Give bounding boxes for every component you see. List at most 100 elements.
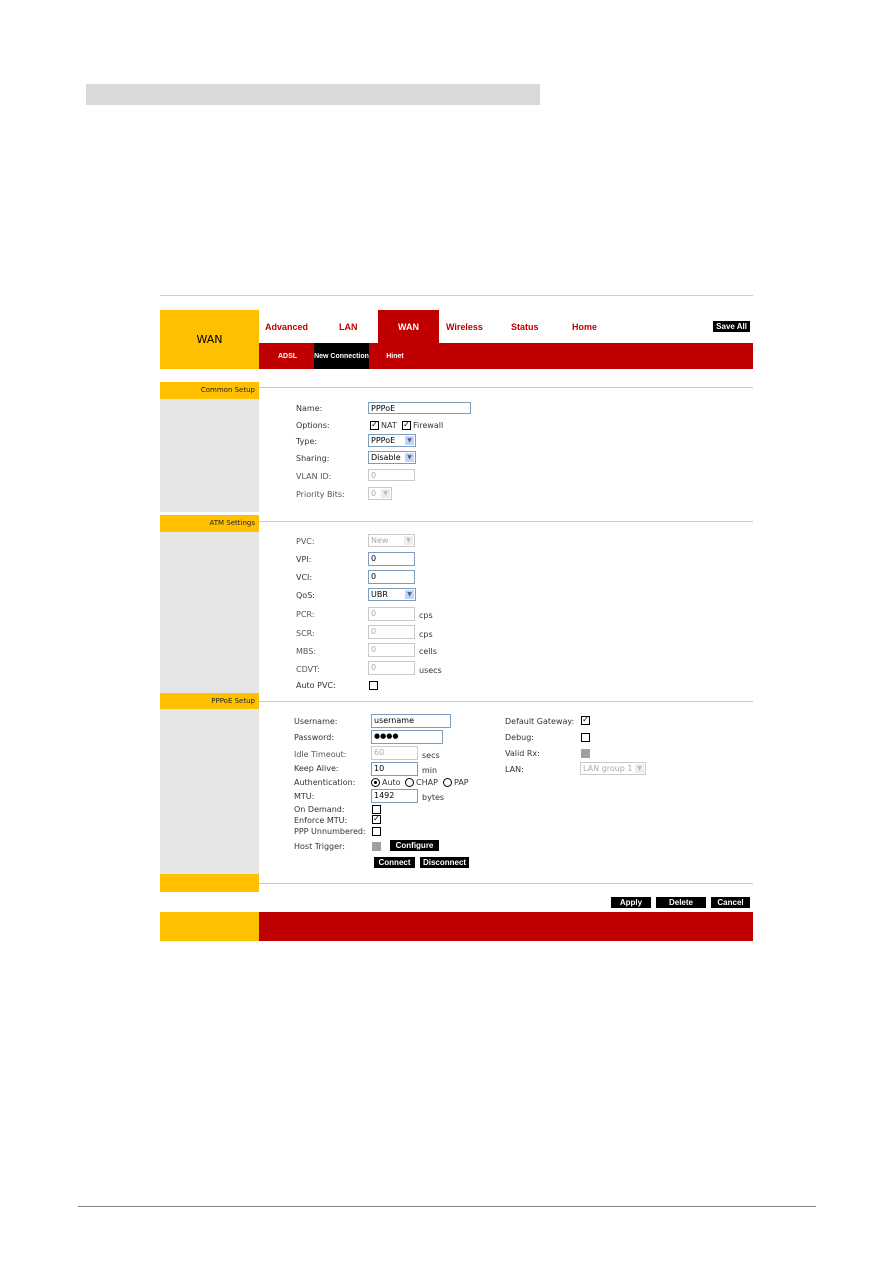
auto-pvc-label: Auto PVC: bbox=[296, 681, 336, 690]
name-label: Name: bbox=[296, 404, 323, 413]
tab-status[interactable]: Status bbox=[511, 322, 539, 332]
auto-pvc-checkbox[interactable] bbox=[369, 681, 378, 690]
auth-auto-label: Auto bbox=[382, 778, 401, 787]
host-trigger-checkbox[interactable] bbox=[372, 842, 381, 851]
chevron-down-icon: ▼ bbox=[404, 536, 413, 545]
chevron-down-icon: ▼ bbox=[381, 489, 390, 498]
username-input[interactable]: username bbox=[371, 714, 451, 728]
ppp-unnumbered-checkbox[interactable] bbox=[372, 827, 381, 836]
subtab-hinet[interactable]: Hinet bbox=[369, 343, 421, 369]
valid-rx-label: Valid Rx: bbox=[505, 749, 540, 758]
mbs-input[interactable]: 0 bbox=[368, 643, 415, 657]
tab-advanced[interactable]: Advanced bbox=[265, 322, 308, 332]
debug-label: Debug: bbox=[505, 733, 535, 742]
host-trigger-label: Host Trigger: bbox=[294, 842, 345, 851]
apply-button[interactable]: Apply bbox=[611, 897, 651, 908]
disconnect-button[interactable]: Disconnect bbox=[420, 857, 469, 868]
mtu-unit: bytes bbox=[422, 793, 445, 802]
pcr-input[interactable]: 0 bbox=[368, 607, 415, 621]
mtu-label: MTU: bbox=[294, 792, 315, 801]
password-input[interactable]: ●●●● bbox=[371, 730, 443, 744]
delete-button[interactable]: Delete bbox=[656, 897, 706, 908]
chevron-down-icon: ▼ bbox=[405, 590, 414, 599]
cancel-button[interactable]: Cancel bbox=[711, 897, 750, 908]
lan-value: LAN group 1 bbox=[583, 764, 633, 773]
auth-pap-radio[interactable] bbox=[443, 778, 452, 787]
divider bbox=[259, 387, 753, 388]
type-value: PPPoE bbox=[371, 436, 396, 445]
username-label: Username: bbox=[294, 717, 338, 726]
mtu-input[interactable]: 1492 bbox=[371, 789, 418, 803]
priority-bits-select[interactable]: 0 ▼ bbox=[368, 487, 392, 500]
vlan-id-label: VLAN ID: bbox=[296, 472, 332, 481]
configure-button[interactable]: Configure bbox=[390, 840, 439, 851]
mbs-label: MBS: bbox=[296, 647, 317, 656]
qos-select[interactable]: UBR ▼ bbox=[368, 588, 416, 601]
vlan-id-input[interactable]: 0 bbox=[368, 469, 415, 481]
divider bbox=[259, 701, 753, 702]
chevron-down-icon: ▼ bbox=[405, 453, 414, 462]
vci-label: VCI: bbox=[296, 573, 313, 582]
debug-checkbox[interactable] bbox=[581, 733, 590, 742]
pcr-label: PCR: bbox=[296, 610, 315, 619]
subtab-new-connection[interactable]: New Connection bbox=[314, 343, 369, 369]
vpi-label: VPI: bbox=[296, 555, 312, 564]
tab-lan[interactable]: LAN bbox=[339, 322, 358, 332]
cdvt-label: CDVT: bbox=[296, 665, 320, 674]
pvc-select[interactable]: New ▼ bbox=[368, 534, 415, 547]
keep-alive-label: Keep Alive: bbox=[294, 764, 339, 773]
tab-wan[interactable]: WAN bbox=[378, 310, 439, 343]
lan-select[interactable]: LAN group 1 ▼ bbox=[580, 762, 646, 775]
default-gateway-checkbox[interactable]: ✓ bbox=[581, 716, 590, 725]
keep-alive-input[interactable]: 10 bbox=[371, 762, 418, 776]
tab-home[interactable]: Home bbox=[572, 322, 597, 332]
scr-input[interactable]: 0 bbox=[368, 625, 415, 639]
valid-rx-checkbox[interactable] bbox=[581, 749, 590, 758]
idle-timeout-unit: secs bbox=[422, 751, 440, 760]
footer-bar-left bbox=[160, 912, 259, 941]
chevron-down-icon: ▼ bbox=[405, 436, 414, 445]
section-pppoe-setup: PPPoE Setup bbox=[160, 693, 259, 709]
cdvt-unit: usecs bbox=[419, 666, 442, 675]
divider bbox=[160, 295, 753, 296]
scr-label: SCR: bbox=[296, 629, 315, 638]
sidebar-panel bbox=[160, 399, 259, 512]
qos-value: UBR bbox=[371, 590, 388, 599]
priority-bits-label: Priority Bits: bbox=[296, 490, 345, 499]
auth-auto-radio[interactable] bbox=[371, 778, 380, 787]
subtab-adsl[interactable]: ADSL bbox=[259, 343, 316, 369]
pvc-label: PVC: bbox=[296, 537, 315, 546]
nat-checkbox[interactable]: ✓ bbox=[370, 421, 379, 430]
auth-chap-label: CHAP bbox=[416, 778, 438, 787]
lan-label: LAN: bbox=[505, 765, 524, 774]
ppp-unnumbered-label: PPP Unnumbered: bbox=[294, 827, 366, 836]
vci-input[interactable]: 0 bbox=[368, 570, 415, 584]
sharing-value: Disable bbox=[371, 453, 401, 462]
cdvt-input[interactable]: 0 bbox=[368, 661, 415, 675]
save-all-button[interactable]: Save All bbox=[713, 321, 750, 332]
section-common-setup: Common Setup bbox=[160, 382, 259, 399]
vpi-input[interactable]: 0 bbox=[368, 552, 415, 566]
page-title: WAN bbox=[160, 310, 259, 369]
firewall-checkbox[interactable]: ✓ bbox=[402, 421, 411, 430]
scr-unit: cps bbox=[419, 630, 433, 639]
sharing-select[interactable]: Disable ▼ bbox=[368, 451, 416, 464]
section-atm-settings: ATM Settings bbox=[160, 515, 259, 532]
type-select[interactable]: PPPoE ▼ bbox=[368, 434, 416, 447]
enforce-mtu-checkbox[interactable]: ✓ bbox=[372, 815, 381, 824]
mbs-unit: cells bbox=[419, 647, 437, 656]
tab-wireless[interactable]: Wireless bbox=[446, 322, 483, 332]
on-demand-checkbox[interactable] bbox=[372, 805, 381, 814]
main-nav: Advanced LAN WAN Wireless Status Home Sa… bbox=[259, 310, 753, 343]
sidebar-panel bbox=[160, 532, 259, 693]
sub-nav: ADSL New Connection Hinet bbox=[259, 343, 753, 369]
name-input[interactable]: PPPoE bbox=[368, 402, 471, 414]
divider bbox=[259, 883, 753, 884]
auth-chap-radio[interactable] bbox=[405, 778, 414, 787]
connect-button[interactable]: Connect bbox=[374, 857, 415, 868]
section-footer-tab bbox=[160, 874, 259, 892]
chevron-down-icon: ▼ bbox=[635, 764, 644, 773]
page-footer-rule bbox=[78, 1206, 816, 1207]
idle-timeout-input[interactable]: 60 bbox=[371, 746, 418, 760]
enforce-mtu-label: Enforce MTU: bbox=[294, 816, 348, 825]
